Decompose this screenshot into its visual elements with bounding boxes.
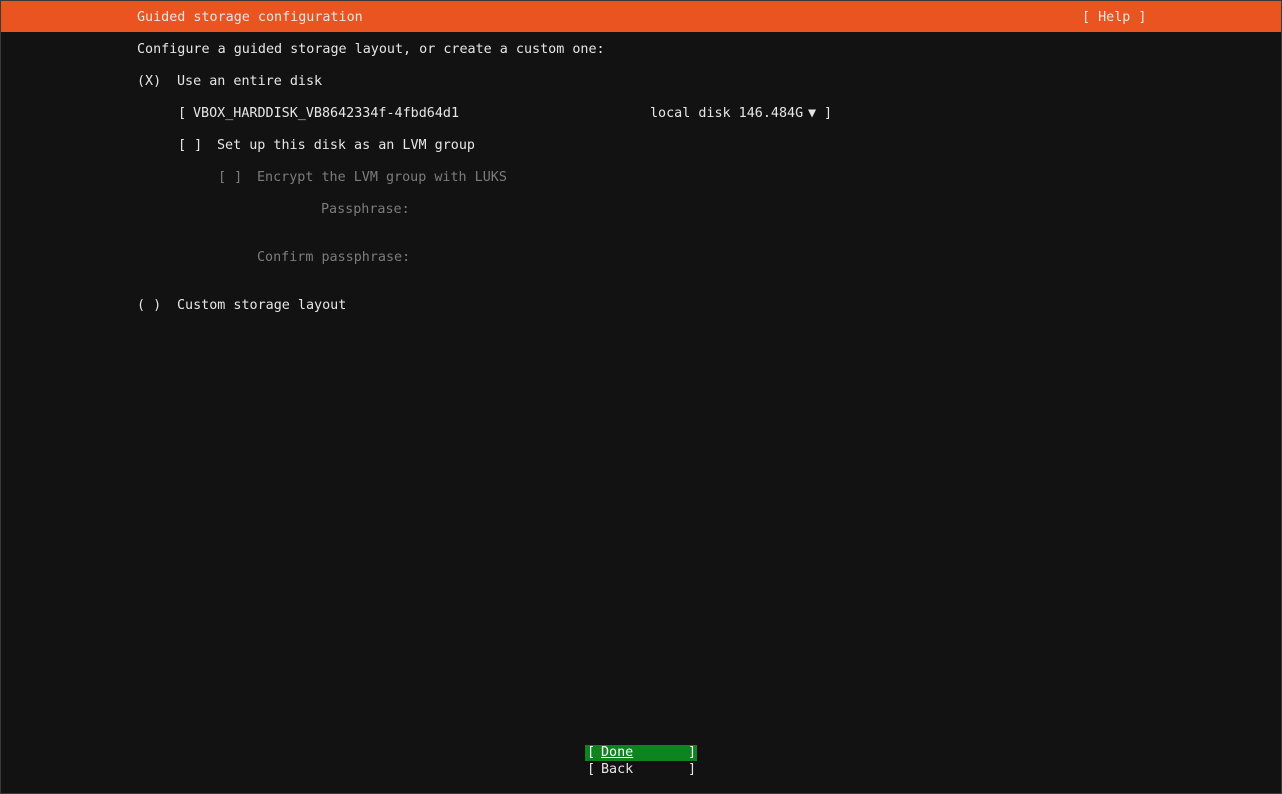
custom-layout-radio[interactable]: ( ) <box>137 298 161 314</box>
lvm-checkbox[interactable]: [ ] <box>178 138 202 154</box>
back-button-close: ] <box>688 762 697 777</box>
custom-layout-label[interactable]: Custom storage layout <box>177 298 346 314</box>
help-button[interactable]: [ Help ] <box>1082 10 1147 26</box>
confirm-passphrase-label: Confirm passphrase: <box>257 250 411 265</box>
disk-selector-close-bracket: ] <box>824 106 833 121</box>
encrypt-checkbox: [ ] <box>218 170 243 185</box>
page-title: Guided storage configuration <box>137 10 363 25</box>
disk-info: local disk 146.484G <box>650 106 804 121</box>
chevron-down-icon[interactable]: ▼ <box>808 106 816 122</box>
disk-name: VBOX_HARDDISK_VB8642334f-4fbd64d1 <box>193 106 460 121</box>
disk-selector-open-bracket: [ <box>178 106 187 121</box>
lvm-label[interactable]: Set up this disk as an LVM group <box>217 138 475 154</box>
done-button[interactable]: [ Done ] <box>585 745 697 761</box>
use-entire-disk-radio[interactable]: (X) <box>137 74 161 90</box>
done-button-close: ] <box>688 745 697 760</box>
use-entire-disk-label[interactable]: Use an entire disk <box>177 74 322 90</box>
intro-text: Configure a guided storage layout, or cr… <box>137 42 605 57</box>
encrypt-label: Encrypt the LVM group with LUKS <box>257 170 507 185</box>
back-button-label: Back <box>601 762 634 777</box>
back-button[interactable]: [ Back ] <box>585 762 697 778</box>
done-button-label: Done <box>601 745 634 760</box>
passphrase-label: Passphrase: <box>321 202 410 217</box>
